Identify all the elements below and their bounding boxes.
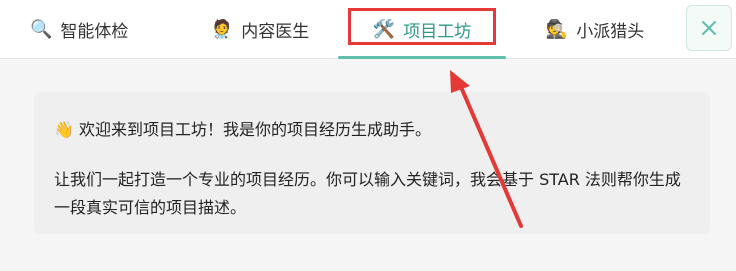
- tab-content-doctor[interactable]: 🧑‍⚕️ 内容医生: [200, 0, 320, 58]
- tab-headhunter[interactable]: 🕵️ 小派猎头: [510, 0, 680, 58]
- tab-label: 项目工坊: [403, 21, 472, 42]
- magnifier-icon: 🔍: [30, 18, 53, 40]
- message-line-1: 欢迎来到项目工坊！我是你的项目经历生成助手。: [79, 120, 432, 139]
- tab-label: 小派猎头: [576, 21, 645, 42]
- tab-health-check[interactable]: 🔍 智能体检: [30, 0, 170, 58]
- tab-label: 内容医生: [241, 21, 310, 42]
- tab-label: 智能体检: [60, 21, 129, 42]
- wave-icon: 👋: [54, 120, 74, 139]
- tab-project-workshop[interactable]: 🛠️ 项目工坊: [338, 0, 506, 59]
- tools-icon: 🛠️: [372, 18, 396, 40]
- assistant-message: 👋 欢迎来到项目工坊！我是你的项目经历生成助手。 让我们一起打造一个专业的项目经…: [54, 116, 690, 222]
- doctor-icon: 🧑‍⚕️: [210, 18, 234, 40]
- close-button[interactable]: [686, 5, 732, 51]
- message-card: 👋 欢迎来到项目工坊！我是你的项目经历生成助手。 让我们一起打造一个专业的项目经…: [34, 92, 710, 234]
- close-icon: [702, 21, 716, 35]
- detective-icon: 🕵️: [545, 18, 569, 40]
- message-line-2: 让我们一起打造一个专业的项目经历。你可以输入关键词，我会基于 STAR 法则帮你…: [54, 170, 681, 217]
- tab-bar: 🔍 智能体检 🧑‍⚕️ 内容医生 🛠️ 项目工坊 🕵️ 小派猎头: [0, 0, 736, 59]
